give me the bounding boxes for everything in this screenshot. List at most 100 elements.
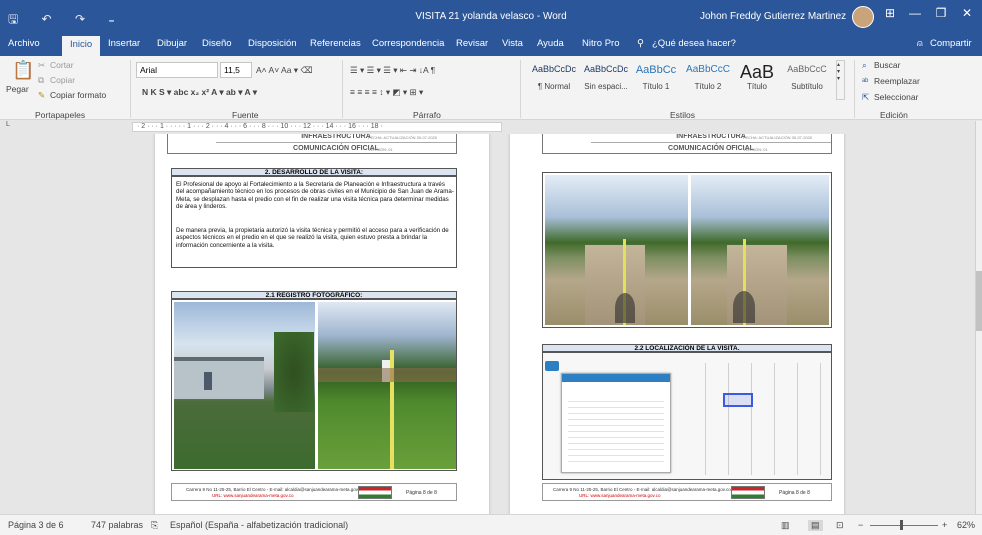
brush-icon: ✎ (38, 90, 46, 100)
share-button[interactable]: Compartir (930, 38, 972, 49)
header-date: FECHA: ACTUALIZACIÓN 30-07-2020 (368, 135, 438, 140)
read-mode-icon[interactable]: ▥ (781, 520, 790, 531)
zoom-out-button[interactable]: − (858, 520, 863, 530)
style-heading-2[interactable]: AaBbCcC Título 2 (682, 64, 734, 91)
photo-house[interactable] (174, 302, 315, 469)
print-layout-icon[interactable]: ▤ (808, 520, 823, 531)
title-bar: 🖫 ↶ ↷ ₌ VISITA 21 yolanda velasco - Word… (0, 0, 982, 34)
status-bar: Página 3 de 6 747 palabras ⎘ Español (Es… (0, 514, 982, 535)
cursor-icon: ⇱ (862, 92, 870, 102)
font-tools-row2[interactable]: N K S ▾ abc x₂ x² A ▾ ab ▾ A ▾ (142, 87, 257, 98)
zoom-in-button[interactable]: + (942, 520, 947, 530)
styles-scroll-icon[interactable]: ▴ ▾ ▾ (836, 60, 845, 100)
header-version: VERSIÓN: 01 (368, 147, 393, 152)
tab-selector-icon[interactable]: L (6, 121, 10, 128)
vertical-scrollbar[interactable] (975, 121, 982, 514)
ribbon-display-options-button[interactable]: ⊞ (878, 6, 902, 20)
tab-vista[interactable]: Vista (502, 38, 523, 49)
footer-url[interactable]: URL: www.sanjuandearama-meta.gov.co (212, 493, 293, 498)
font-tools-row1[interactable]: A˄ A˅ Aa ▾ ⌫ (256, 65, 312, 76)
location-map[interactable] (542, 352, 832, 480)
user-name[interactable]: Johon Freddy Gutierrez Martinez (700, 11, 846, 22)
minimize-button[interactable]: — (903, 6, 927, 20)
proofing-icon[interactable]: ⎘ (151, 520, 158, 531)
replace-icon: ᵃᵇ (862, 76, 869, 86)
divider (520, 60, 521, 118)
map-parcels (683, 363, 827, 475)
document-workspace[interactable]: INFRAESTRUCTURA COMUNICACIÓN OFICIAL FEC… (0, 134, 975, 514)
tell-me-input[interactable]: ¿Qué desea hacer? (652, 38, 736, 49)
header-comunicacion: COMUNICACIÓN OFICIAL (293, 145, 379, 152)
tab-disposicion[interactable]: Disposición (248, 38, 297, 49)
format-painter-button[interactable]: Copiar formato (50, 90, 106, 100)
tab-archivo[interactable]: Archivo (8, 38, 40, 49)
header-comunicacion: COMUNICACIÓN OFICIAL (668, 145, 754, 152)
tab-ayuda[interactable]: Ayuda (537, 38, 564, 49)
paragraph-2: De manera previa, la propietaria autoriz… (176, 227, 449, 249)
photo-road-1[interactable] (545, 175, 688, 325)
lightbulb-icon: ⚲ (637, 38, 644, 49)
map-chat-icon[interactable] (545, 361, 559, 371)
ruler: L · 2 · · · 1 · · · · · 1 · · · 2 · · · … (0, 121, 982, 134)
find-button[interactable]: Buscar (874, 60, 900, 70)
paragraph-1: El Profesional de apoyo al Fortalecimien… (176, 181, 454, 210)
tab-correspondencia[interactable]: Correspondencia (372, 38, 444, 49)
photo-road-2[interactable] (691, 175, 829, 325)
font-name-box[interactable]: Arial (136, 62, 218, 78)
page-left[interactable]: INFRAESTRUCTURA COMUNICACIÓN OFICIAL FEC… (155, 134, 489, 514)
replace-button[interactable]: Reemplazar (874, 76, 920, 86)
tab-inicio[interactable]: Inicio (62, 36, 101, 56)
cut-button[interactable]: Cortar (50, 60, 74, 70)
paragraph-tools-row2[interactable]: ≡ ≡ ≡ ≡ ↕ ▾ ◩ ▾ ⊞ ▾ (350, 87, 423, 98)
paste-button[interactable]: Pegar (6, 84, 29, 94)
clipboard-group-label: Portapapeles (35, 110, 86, 120)
horizontal-ruler[interactable]: · 2 · · · 1 · · · · · 1 · · · 2 · · · 4 … (132, 122, 502, 132)
font-size-box[interactable]: 11,5 (220, 62, 252, 78)
zoom-level[interactable]: 62% (957, 520, 975, 530)
close-button[interactable]: ✕ (955, 6, 979, 20)
tab-insertar[interactable]: Insertar (108, 38, 140, 49)
section-title: 2. DESARROLLO DE LA VISITA: (171, 168, 457, 176)
footer-page-number: Página 8 de 8 (779, 490, 810, 496)
tab-diseno[interactable]: Diseño (202, 38, 232, 49)
photo-field[interactable] (318, 302, 456, 469)
divider (342, 60, 343, 118)
avatar[interactable] (852, 6, 874, 28)
style-subtitle[interactable]: AaBbCcC Subtítulo (780, 64, 834, 91)
page-footer: Carrera 9 No 11-25-25, Barrio El Centro … (542, 483, 832, 501)
map-info-panel[interactable] (561, 373, 671, 473)
language-indicator[interactable]: Español (España - alfabetización tradici… (170, 520, 348, 530)
style-title[interactable]: AaB Título (736, 63, 778, 91)
tab-referencias[interactable]: Referencias (310, 38, 361, 49)
municipality-flag (731, 486, 765, 499)
zoom-slider-thumb[interactable] (900, 520, 903, 530)
tab-dibujar[interactable]: Dibujar (157, 38, 187, 49)
map-selected-parcel[interactable] (723, 393, 753, 407)
word-count[interactable]: 747 palabras (91, 520, 143, 530)
divider (130, 60, 131, 118)
zoom-slider[interactable] (870, 525, 938, 526)
style-no-spacing[interactable]: AaBbCcDc Sin espaci... (580, 64, 632, 91)
web-layout-icon[interactable]: ⊡ (836, 520, 844, 531)
paragraph-tools-row1[interactable]: ☰ ▾ ☰ ▾ ☰ ▾ ⇤ ⇥ ↓A ¶ (350, 65, 435, 76)
footer-url[interactable]: URL: www.sanjuandearama-meta.gov.co (579, 493, 660, 498)
header-date: FECHA: ACTUALIZACIÓN 30-07-2020 (743, 135, 813, 140)
footer-address: Carrera 9 No 11-25-25, Barrio El Centro … (553, 487, 731, 492)
ribbon: 📋 Pegar ✂ Cortar ⧉ Copiar ✎ Copiar forma… (0, 56, 982, 120)
divider (854, 60, 855, 118)
copy-button[interactable]: Copiar (50, 75, 75, 85)
style-normal[interactable]: AaBbCcDc ¶ Normal (528, 64, 580, 91)
select-button[interactable]: Seleccionar (874, 92, 918, 102)
search-icon: ⌕ (862, 60, 867, 70)
section-box: El Profesional de apoyo al Fortalecimien… (171, 176, 457, 268)
person-icon: ⍝ (917, 38, 923, 49)
restore-button[interactable]: ❐ (929, 6, 953, 20)
tab-revisar[interactable]: Revisar (456, 38, 488, 49)
page-count[interactable]: Página 3 de 6 (8, 520, 64, 530)
tab-nitro-pro[interactable]: Nitro Pro (582, 38, 619, 49)
photo-box (171, 299, 457, 471)
style-heading-1[interactable]: AaBbCc Título 1 (632, 64, 680, 91)
header-version: VERSIÓN: 01 (743, 147, 768, 152)
scrollbar-thumb[interactable] (976, 271, 982, 331)
page-right[interactable]: INFRAESTRUCTURA COMUNICACIÓN OFICIAL FEC… (510, 134, 844, 514)
